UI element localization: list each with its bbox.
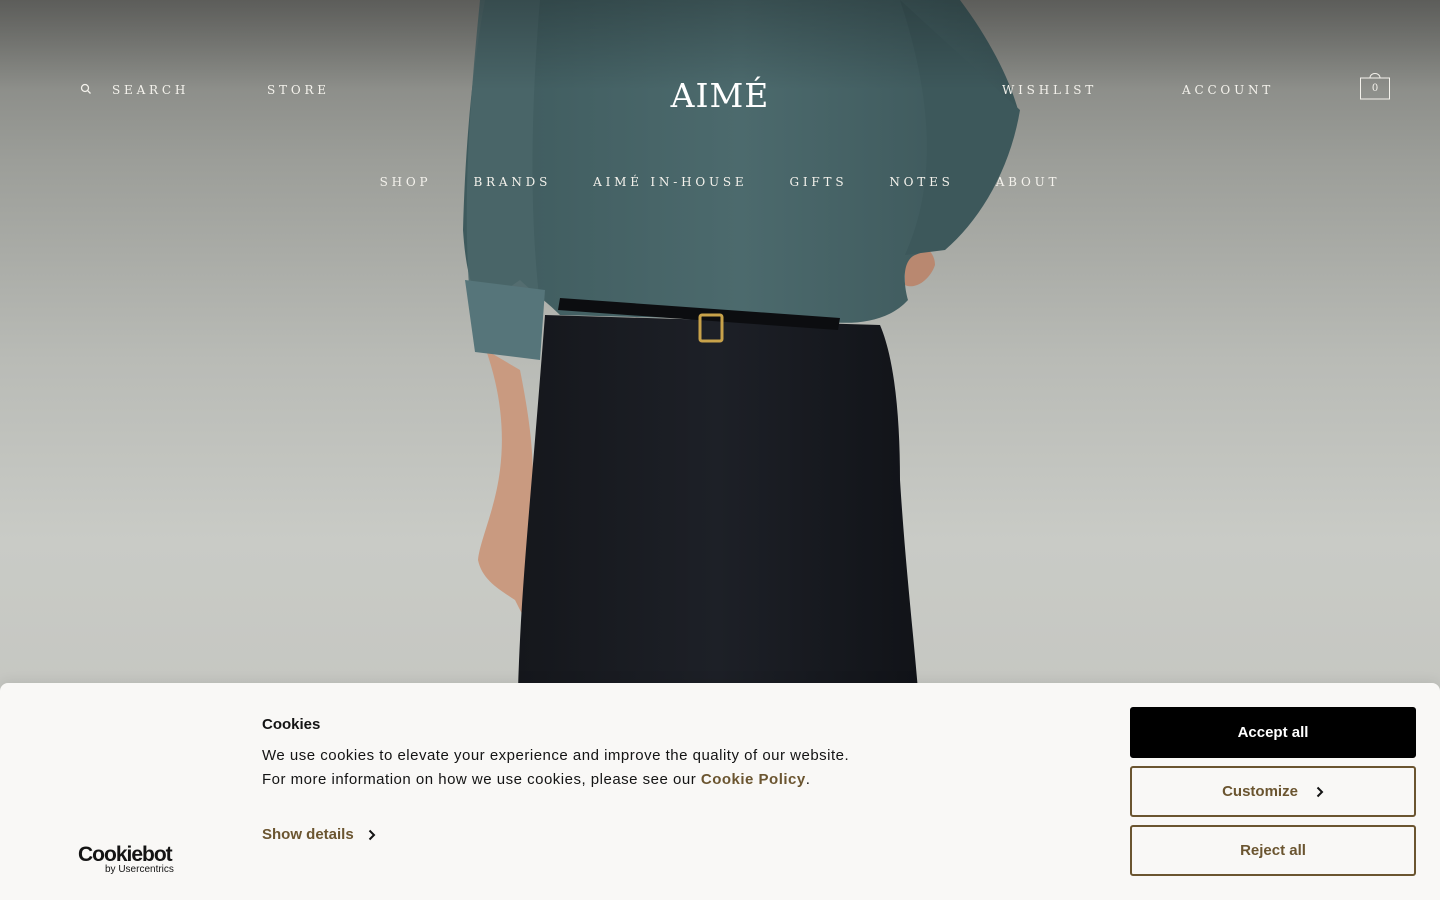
nav-item-brands[interactable]: BRANDS: [473, 175, 551, 189]
search-icon: [80, 83, 96, 97]
show-details-label: Show details: [262, 826, 354, 843]
search-label: SEARCH: [112, 83, 190, 97]
cookie-text-line1: We use cookies to elevate your experienc…: [262, 747, 850, 764]
cookiebot-by-usercentrics: by Usercentrics: [105, 864, 174, 875]
wishlist-link[interactable]: WISHLIST: [1002, 83, 1097, 97]
nav-item-aime-in-house[interactable]: AIMÉ IN-HOUSE: [593, 175, 747, 189]
cart-button[interactable]: 0: [1360, 68, 1390, 100]
chevron-right-icon: [1316, 786, 1324, 797]
cookie-description: We use cookies to elevate your experienc…: [262, 744, 1022, 792]
site-logo[interactable]: AIMÉ: [620, 76, 820, 115]
nav-item-about[interactable]: ABOUT: [996, 175, 1061, 189]
cookiebot-logo[interactable]: Cookiebot by Usercentrics: [78, 843, 188, 875]
nav-item-notes[interactable]: NOTES: [889, 175, 953, 189]
cart-count: 0: [1371, 83, 1379, 94]
store-link[interactable]: STORE: [267, 83, 330, 97]
page: SEARCH STORE AIMÉ WISHLIST ACCOUNT 0 SHO…: [0, 0, 1440, 900]
customize-button[interactable]: Customize: [1130, 766, 1416, 817]
nav-item-gifts[interactable]: GIFTS: [789, 175, 847, 189]
cookiebot-brand: Cookiebot: [78, 843, 173, 866]
nav-item-shop[interactable]: SHOP: [380, 175, 432, 189]
hero-top-shade: [0, 0, 1440, 300]
cookie-text-line2-after: .: [805, 771, 811, 788]
account-link[interactable]: ACCOUNT: [1182, 83, 1274, 97]
cookie-text-line2: For more information on how we use cooki…: [262, 768, 1022, 792]
reject-all-button[interactable]: Reject all: [1130, 825, 1416, 876]
cookie-text-line2-before: For more information on how we use cooki…: [262, 771, 701, 788]
main-navigation: SHOP BRANDS AIMÉ IN-HOUSE GIFTS NOTES AB…: [0, 175, 1440, 189]
chevron-right-icon: [368, 829, 376, 840]
trousers: [518, 315, 918, 690]
cookie-banner: Cookiebot by Usercentrics Cookies We use…: [0, 683, 1440, 900]
cookie-title: Cookies: [262, 716, 321, 733]
accept-all-button[interactable]: Accept all: [1130, 707, 1416, 758]
search-button[interactable]: SEARCH: [80, 83, 189, 97]
customize-label: Customize: [1222, 783, 1298, 800]
show-details-button[interactable]: Show details: [262, 826, 376, 843]
cookie-policy-link[interactable]: Cookie Policy: [701, 771, 806, 788]
